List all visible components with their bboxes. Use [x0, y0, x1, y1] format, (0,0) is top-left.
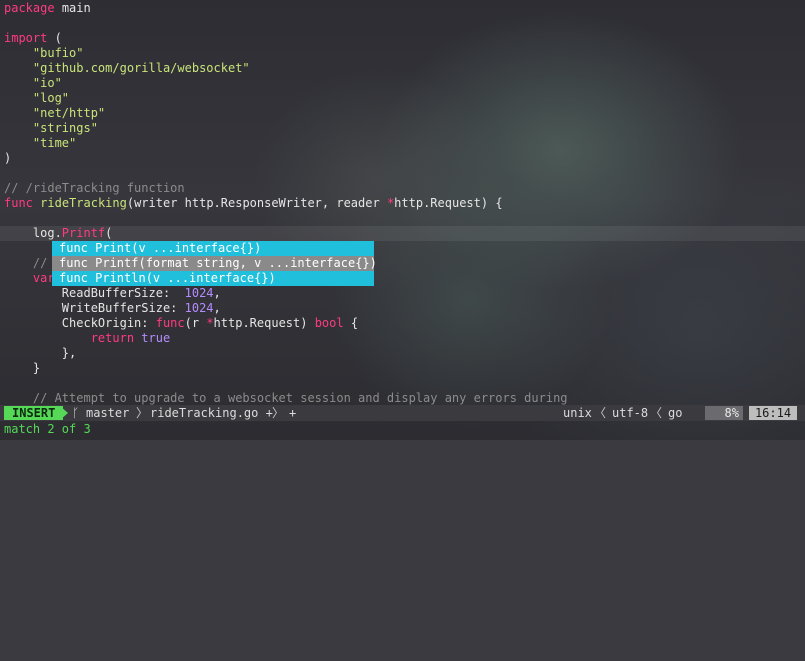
string-literal: "bufio" — [32, 46, 84, 60]
chevron-right-icon: 〉 — [136, 406, 149, 420]
code-line-11[interactable]: ) — [4, 151, 11, 166]
chevron-left-icon: 〈 — [594, 406, 607, 420]
keyword: bool — [314, 316, 344, 330]
file-name: rideTracking.go + — [150, 406, 273, 420]
code-line-22[interactable]: CheckOrigin: func(r *http.Request) bool … — [4, 316, 358, 331]
file-type: go — [668, 406, 683, 420]
chevron-right-icon: 〉 — [272, 406, 285, 420]
code-line-3[interactable]: import ( — [4, 31, 62, 46]
chevron-left-icon: 〈 — [650, 406, 663, 420]
file-encoding: utf-8 — [612, 406, 649, 420]
code-line-18[interactable]: // — [4, 256, 55, 271]
code-line-24[interactable]: }, — [4, 346, 76, 361]
string-literal: "net/http" — [32, 106, 106, 120]
code-line-7[interactable]: "log" — [4, 91, 69, 106]
comment: // /rideTracking function — [4, 181, 185, 195]
string-literal: "io" — [32, 76, 62, 90]
boolean-literal: true — [141, 331, 171, 345]
completion-item-selected[interactable]: func Printf(format string, v ...interfac… — [52, 256, 377, 271]
string-literal: "strings" — [32, 121, 98, 135]
method-name: Printf — [61, 226, 106, 240]
code-line-4[interactable]: "bufio" — [4, 46, 84, 61]
string-literal: "log" — [32, 91, 70, 105]
status-bar: INSERT ᚴ master 〉 rideTracking.go + 〉 + … — [0, 405, 805, 421]
scroll-percent: 8% — [705, 406, 743, 420]
code-line-19[interactable]: var — [4, 271, 55, 286]
code-line-13[interactable]: // /rideTracking function — [4, 181, 185, 196]
code-line-10[interactable]: "time" — [4, 136, 76, 151]
code-line-1[interactable]: package main — [4, 1, 91, 16]
code-line-16[interactable]: log.Printf( — [4, 226, 113, 241]
code-line-8[interactable]: "net/http" — [4, 106, 105, 121]
identifier: main — [61, 1, 91, 15]
keyword: func — [155, 316, 185, 330]
mode-separator-icon — [60, 406, 68, 420]
file-extra: + — [289, 406, 297, 420]
code-line-5[interactable]: "github.com/gorilla/websocket" — [4, 61, 250, 76]
branch-icon: ᚴ — [72, 406, 80, 420]
cursor-position: 16:14 — [749, 406, 797, 420]
keyword: return — [90, 331, 135, 345]
comment: // Attempt to upgrade to a websocket ses… — [32, 391, 568, 405]
code-line-21[interactable]: WriteBufferSize: 1024, — [4, 301, 221, 316]
keyword: func — [4, 196, 33, 210]
file-format: unix — [563, 406, 592, 420]
function-name: rideTracking — [40, 196, 127, 210]
keyword: package — [4, 1, 55, 15]
keyword: import — [4, 31, 48, 45]
string-literal: "github.com/gorilla/websocket" — [32, 61, 250, 75]
code-line-9[interactable]: "strings" — [4, 121, 98, 136]
cursor-line-highlight — [0, 226, 805, 241]
git-branch: master — [86, 406, 130, 420]
code-line-27[interactable]: // Attempt to upgrade to a websocket ses… — [4, 391, 568, 406]
operator: * — [206, 316, 214, 330]
code-line-20[interactable]: ReadBufferSize: 1024, — [4, 286, 221, 301]
code-line-23[interactable]: return true — [4, 331, 171, 346]
code-editor[interactable]: package main import ( "bufio" "github.co… — [0, 0, 805, 405]
operator: * — [386, 196, 395, 210]
code-line-14[interactable]: func rideTracking(writer http.ResponseWr… — [4, 196, 503, 211]
code-line-6[interactable]: "io" — [4, 76, 62, 91]
completion-item[interactable]: func Print(v ...interface{}) — [52, 241, 374, 256]
completion-item[interactable]: func Println(v ...interface{}) — [52, 271, 374, 286]
number-literal: 1024 — [184, 286, 214, 300]
mode-indicator: INSERT — [4, 406, 64, 420]
command-line-message: match 2 of 3 — [4, 422, 91, 436]
number-literal: 1024 — [184, 301, 214, 315]
completion-popup[interactable]: func Print(v ...interface{}) func Printf… — [52, 241, 377, 286]
string-literal: "time" — [32, 136, 77, 150]
code-line-25[interactable]: } — [4, 361, 40, 376]
